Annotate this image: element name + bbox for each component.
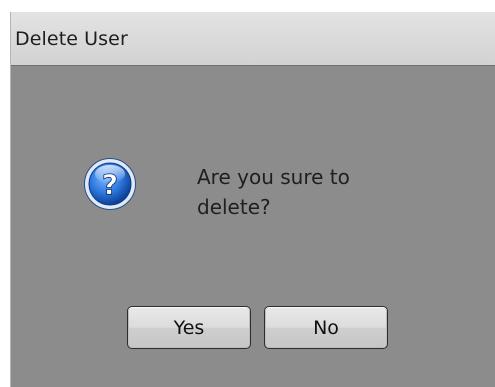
yes-button[interactable]: Yes	[127, 306, 251, 349]
dialog-titlebar[interactable]: Delete User	[11, 12, 495, 66]
delete-user-dialog: Delete User ? Are you sure to delete? Ye…	[10, 12, 495, 387]
dialog-title: Delete User	[15, 27, 128, 50]
question-icon: ?	[83, 157, 137, 211]
no-button[interactable]: No	[264, 306, 388, 349]
dialog-message: Are you sure to delete?	[197, 165, 350, 219]
svg-text:?: ?	[102, 168, 118, 201]
